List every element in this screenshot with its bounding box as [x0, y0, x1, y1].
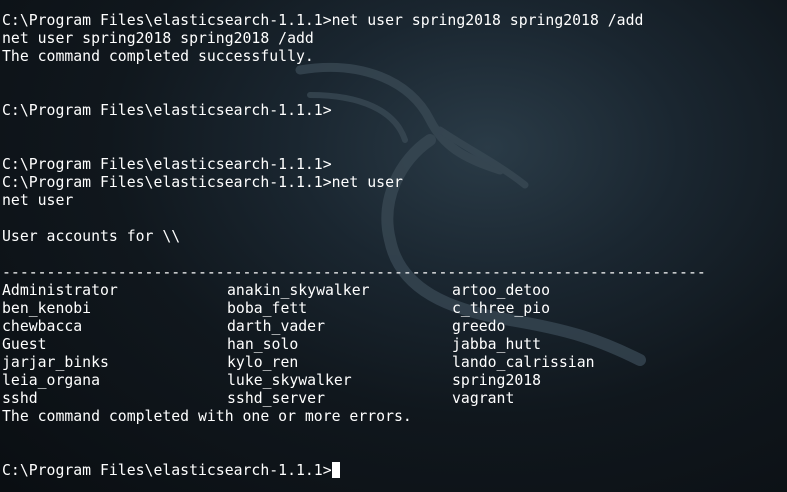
account-name: sshd_server	[227, 390, 325, 407]
success-message: The command completed successfully.	[2, 48, 314, 65]
account-name: c_three_pio	[452, 300, 550, 317]
table-row: chewbacca darth_vader greedo	[2, 318, 787, 336]
account-name: vagrant	[452, 390, 515, 407]
account-name: jarjar_binks	[2, 354, 109, 371]
account-name: darth_vader	[227, 318, 325, 335]
prompt-line: C:\Program Files\elasticsearch-1.1.1>	[2, 102, 332, 119]
active-prompt-line[interactable]: C:\Program Files\elasticsearch-1.1.1>	[2, 462, 787, 480]
account-name: Guest	[2, 336, 47, 353]
command-line: C:\Program Files\elasticsearch-1.1.1>net…	[2, 12, 644, 29]
prompt-text: C:\Program Files\elasticsearch-1.1.1>	[2, 462, 332, 479]
account-name: leia_organa	[2, 372, 100, 389]
account-name: sshd	[2, 390, 38, 407]
terminal-window[interactable]: C:\Program Files\elasticsearch-1.1.1> net…	[0, 0, 787, 492]
account-name: spring2018	[452, 372, 542, 389]
table-row: leia_organa luke_skywalker spring2018	[2, 372, 787, 390]
account-name: greedo	[452, 318, 506, 335]
text-cursor[interactable]	[331, 462, 340, 478]
account-name: luke_skywalker	[227, 372, 352, 389]
account-name: kylo_ren	[227, 354, 299, 371]
account-name: han_solo	[227, 336, 299, 353]
account-name: ben_kenobi	[2, 300, 92, 317]
account-name: chewbacca	[2, 318, 83, 335]
account-name: boba_fett	[227, 300, 308, 317]
account-name: Administrator	[2, 282, 118, 299]
command-line: C:\Program Files\elasticsearch-1.1.1>net…	[2, 174, 403, 191]
account-name: jabba_hutt	[452, 336, 542, 353]
account-name: anakin_skywalker	[227, 282, 370, 299]
table-row: Administrator anakin_skywalker artoo_det…	[2, 282, 787, 300]
completion-message: The command completed with one or more e…	[2, 408, 412, 425]
separator-line: ----------------------------------------…	[2, 264, 706, 281]
terminal-output: C:\Program Files\elasticsearch-1.1.1> net…	[2, 12, 787, 480]
table-row: ben_kenobi boba_fett c_three_pio	[2, 300, 787, 318]
table-row: sshd sshd_server vagrant	[2, 390, 787, 408]
table-row: Guest han_solo jabba_hutt	[2, 336, 787, 354]
account-name: artoo_detoo	[452, 282, 550, 299]
table-row: jarjar_binks kylo_ren lando_calrissian	[2, 354, 787, 372]
echoed-command: net user	[2, 192, 74, 209]
accounts-table: Administrator anakin_skywalker artoo_det…	[2, 282, 787, 408]
account-name: lando_calrissian	[452, 354, 595, 371]
prompt-line: C:\Program Files\elasticsearch-1.1.1>	[2, 156, 332, 173]
accounts-header: User accounts for \\	[2, 228, 181, 245]
echoed-command: net user spring2018 spring2018 /add	[2, 30, 314, 47]
